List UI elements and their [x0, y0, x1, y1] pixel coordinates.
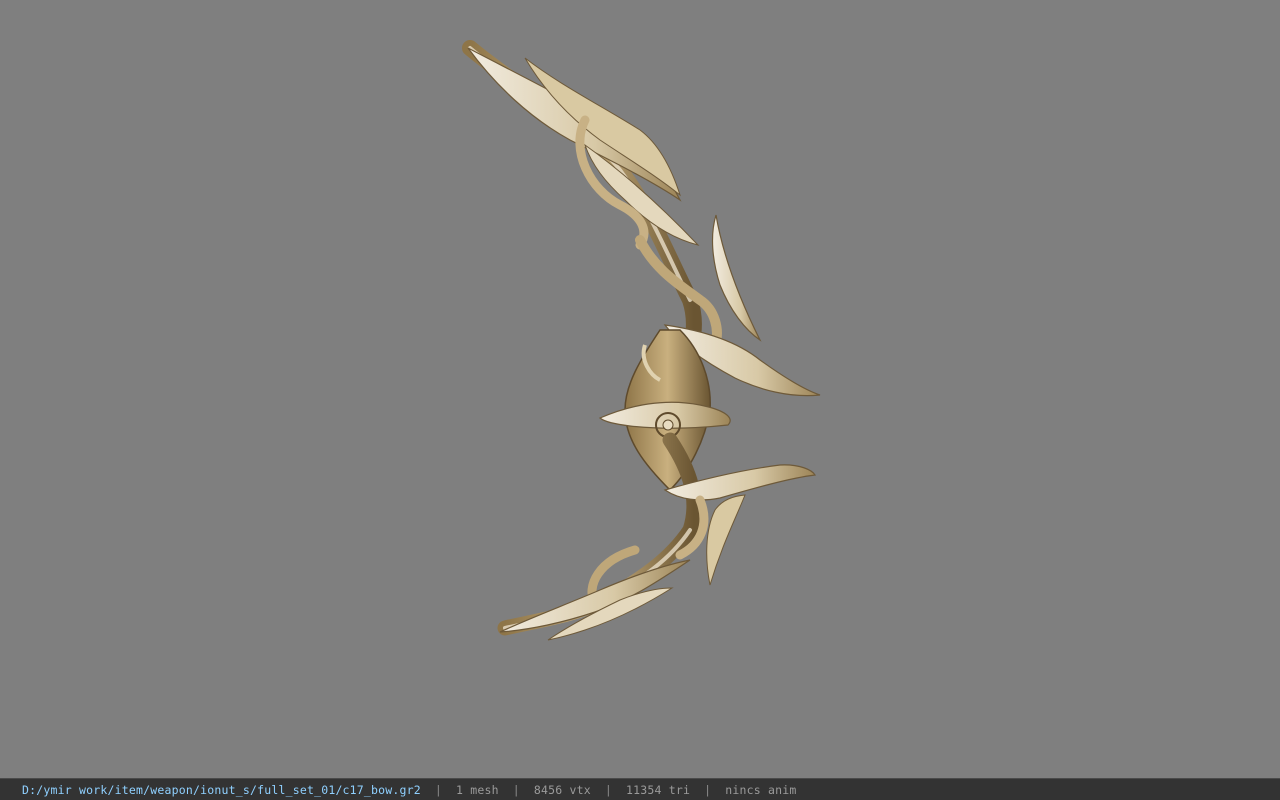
3d-viewport[interactable] [0, 0, 1280, 778]
vertex-count-label: 8456 vtx [533, 782, 591, 797]
separator: | [434, 782, 443, 797]
status-bar: D:/ymir work/item/weapon/ionut_s/full_se… [0, 778, 1280, 800]
mesh-count-label: 1 mesh [456, 782, 499, 797]
separator: | [604, 782, 613, 797]
file-path-label: D:/ymir work/item/weapon/ionut_s/full_se… [22, 782, 421, 797]
separator: | [512, 782, 520, 797]
anim-status-label: nincs anim [725, 782, 797, 797]
bow-model[interactable] [0, 0, 1280, 778]
triangle-count-label: 11354 tri [626, 782, 691, 797]
separator: | [704, 782, 712, 797]
bow-top-blade [467, 47, 682, 202]
